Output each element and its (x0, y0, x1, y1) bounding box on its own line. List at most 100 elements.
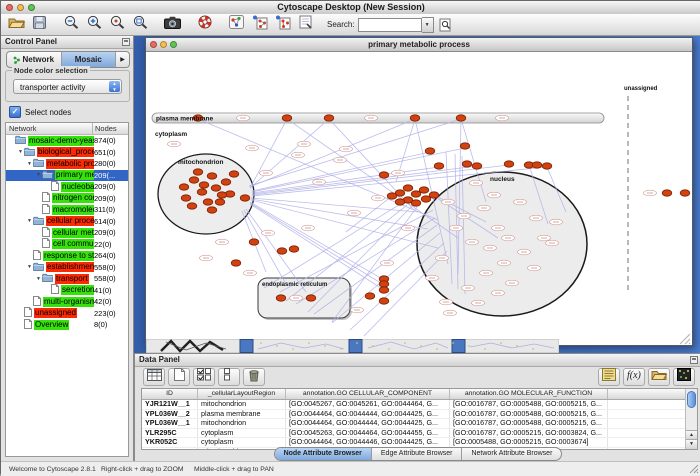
select-attributes-button[interactable] (193, 368, 215, 386)
search-dropdown-arrow-icon[interactable]: ▼ (422, 17, 434, 33)
tab-edge-attribute-browser[interactable]: Edge Attribute Browser (372, 448, 463, 460)
minimize-button[interactable] (17, 4, 24, 11)
select-nodes-row: ✓ Select nodes (9, 106, 71, 118)
maximize-icon[interactable] (170, 41, 177, 48)
network-tree-row[interactable]: ▼biological_process651(0) (6, 147, 128, 159)
import-attributes-button[interactable] (598, 368, 620, 386)
zoom-fit-button[interactable] (129, 15, 152, 34)
graph-node-unhighlighted (492, 290, 505, 296)
search-input[interactable] (358, 18, 422, 32)
matrix-view-button[interactable] (673, 368, 695, 386)
zoom-out-button[interactable] (60, 15, 83, 34)
table-row[interactable]: YJR121W__1mitochondrion[GO:0045267, GO:0… (142, 400, 697, 410)
snapshot-camera-icon (164, 16, 181, 34)
network-window-titlebar[interactable]: primary metabolic process (146, 38, 692, 52)
mdi-desktop[interactable]: primary metabolic process plasma membran… (134, 36, 700, 353)
delete-attribute-button[interactable] (243, 368, 265, 386)
resize-grip-icon[interactable] (689, 464, 699, 474)
search-go-button[interactable] (434, 15, 457, 34)
close-button[interactable] (6, 4, 13, 11)
network-window-title: primary metabolic process (368, 40, 470, 49)
network-tree-row[interactable]: response to stimulu264(0) (6, 250, 128, 262)
graph-node-unhighlighted (298, 141, 311, 147)
node-color-groupbox: Node color selection transporter activit… (5, 70, 130, 102)
column-header[interactable]: annotation.GO CELLULAR_COMPONENT (286, 389, 450, 399)
expand-arrow-icon[interactable]: ▼ (26, 218, 33, 224)
main-toolbar: Search:▼ (1, 14, 700, 36)
network-tree-row[interactable]: cellular metabo209(0) (6, 227, 128, 239)
network-tree-row[interactable]: ▼transport558(0) (6, 273, 128, 285)
attribute-browser-button[interactable] (143, 368, 165, 386)
graph-node-unhighlighted (290, 295, 303, 301)
graph-node-highlighted (456, 115, 466, 121)
tab-network[interactable]: Network (7, 52, 62, 67)
network-tree-row[interactable]: Overview8(0) (6, 319, 128, 331)
status-pan-hint: Middle-click + drag to PAN (194, 466, 274, 473)
expand-arrow-icon[interactable]: ▼ (35, 172, 42, 178)
background-windows-strip[interactable] (146, 339, 559, 353)
column-header[interactable]: annotation.GO MOLECULAR_FUNCTION (450, 389, 608, 399)
network-overview-button[interactable] (225, 15, 248, 34)
network-tree-row[interactable]: ▼cellular process614(0) (6, 216, 128, 228)
open-file-button[interactable] (5, 15, 28, 34)
expand-arrow-icon[interactable]: ▼ (35, 276, 42, 282)
graph-node-unhighlighted (550, 219, 563, 225)
network-tree-row[interactable]: mosaic-demo-yeast874(0) (6, 135, 128, 147)
scrollbar-thumb[interactable] (687, 391, 696, 408)
table-header-row: ID_cellularLayoutRegionannotation.GO CEL… (142, 389, 697, 400)
column-header[interactable]: ID (142, 389, 198, 399)
network-graph[interactable]: plasma membranecytoplasmmitochondrionnuc… (146, 52, 692, 345)
tab-network-attribute-browser[interactable]: Network Attribute Browser (462, 448, 561, 460)
expand-arrow-icon[interactable]: ▼ (17, 149, 24, 155)
network-from-selection-sel-edges-button[interactable] (271, 15, 294, 34)
float-panel-icon[interactable] (122, 38, 130, 46)
graph-node-highlighted (276, 295, 286, 301)
network-tree-row[interactable]: secretion41(0) (6, 285, 128, 297)
network-tree-row[interactable]: cell communicat22(0) (6, 239, 128, 251)
network-tree-row[interactable]: ▼establishment of lo558(0) (6, 262, 128, 274)
tab-mosaic[interactable]: Mosaic (62, 52, 117, 67)
close-icon[interactable] (150, 41, 157, 48)
network-tree-row[interactable]: ▼metabolic process280(0) (6, 158, 128, 170)
network-tree-row[interactable]: multi-organism pro42(0) (6, 296, 128, 308)
tab-overflow-button[interactable]: ▶ (116, 52, 129, 67)
save-session-button[interactable] (28, 15, 51, 34)
float-panel-icon[interactable] (690, 356, 698, 364)
help-lifering-button[interactable] (193, 15, 216, 34)
expand-arrow-icon[interactable]: ▼ (26, 161, 33, 167)
table-row[interactable]: YPL036W__1mitochondrion[GO:0044464, GO:0… (142, 419, 697, 429)
node-color-dropdown[interactable]: transporter activity ▲▼ (13, 79, 122, 94)
network-tree-row[interactable]: nitrogen compo209(0) (6, 193, 128, 205)
network-canvas[interactable]: plasma membranecytoplasmmitochondrionnuc… (146, 52, 692, 345)
tree-node-label: biological_process (37, 147, 94, 157)
select-nodes-checkbox[interactable]: ✓ (9, 106, 21, 118)
zoom-selected-button[interactable] (106, 15, 129, 34)
graph-node-highlighted (387, 193, 397, 199)
tab-node-attribute-browser[interactable]: Node Attribute Browser (275, 448, 372, 460)
zoom-button[interactable] (28, 4, 35, 11)
open-attribute-file-button[interactable] (648, 368, 670, 386)
network-tree-row[interactable]: ▼primary metabo209(... (6, 170, 128, 182)
network-tree-row[interactable]: unassigned223(0) (6, 308, 128, 320)
graph-node-highlighted (379, 172, 389, 178)
graph-node-unhighlighted (292, 152, 305, 158)
network-tree-row[interactable]: nucleobase-209(0) (6, 181, 128, 193)
zoom-in-button[interactable] (83, 15, 106, 34)
tree-node-count: 209(0) (94, 194, 128, 203)
network-from-selection-all-edges-button[interactable] (248, 15, 271, 34)
expand-arrow-icon[interactable]: ▼ (26, 264, 33, 270)
new-attribute-button[interactable] (168, 368, 190, 386)
minimize-icon[interactable] (160, 41, 167, 48)
table-row[interactable]: YLR295Ccytoplasm[GO:0045263, GO:0044464,… (142, 429, 697, 439)
annotation-page-button[interactable] (294, 15, 317, 34)
table-scrollbar[interactable]: ▲▼ (685, 389, 697, 449)
network-tree-row[interactable]: macromolecule311(0) (6, 204, 128, 216)
function-builder-button[interactable]: f(x) (623, 368, 645, 386)
unselect-attributes-button[interactable] (218, 368, 240, 386)
graph-node-unhighlighted (462, 285, 475, 291)
snapshot-camera-button[interactable] (161, 15, 184, 34)
graph-node-highlighted (504, 161, 514, 167)
table-row[interactable]: YPL036W__2plasma membrane[GO:0044464, GO… (142, 410, 697, 420)
graph-node-unhighlighted (470, 180, 483, 186)
column-header[interactable]: _cellularLayoutRegion (198, 389, 286, 399)
